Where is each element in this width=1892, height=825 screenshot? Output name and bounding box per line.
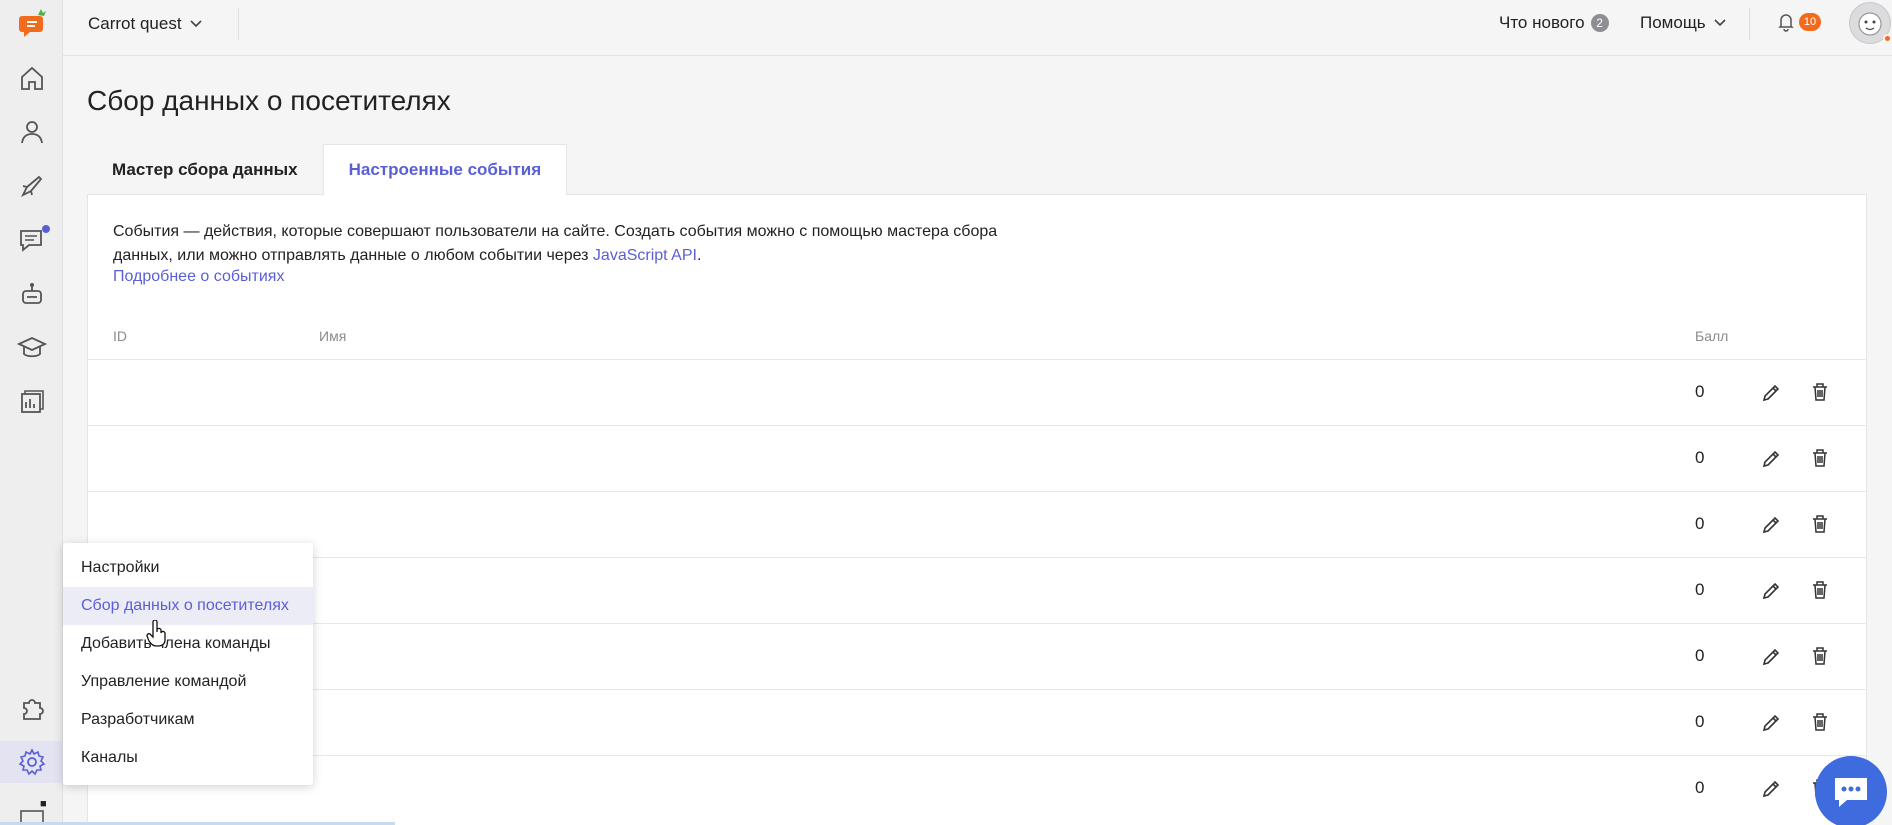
avatar-face-icon bbox=[1858, 12, 1882, 36]
table-row[interactable]: 0 bbox=[88, 689, 1866, 755]
divider bbox=[1749, 8, 1750, 40]
nav-campaigns-rocket-icon[interactable] bbox=[0, 165, 63, 207]
event-score: 0 bbox=[1695, 646, 1705, 665]
menu-item-channels[interactable]: Каналы bbox=[63, 739, 313, 777]
nav-integrations-icon[interactable] bbox=[0, 687, 63, 729]
notifications-button[interactable]: 10 bbox=[1777, 12, 1821, 32]
whats-new-count-badge: 2 bbox=[1590, 14, 1609, 32]
project-name: Carrot quest bbox=[88, 14, 182, 33]
nav-academy-icon[interactable] bbox=[0, 327, 63, 369]
menu-item-add-team-member[interactable]: Добавить члена команды bbox=[63, 625, 313, 663]
nav-home-icon[interactable] bbox=[0, 57, 63, 99]
nav-bot-icon[interactable] bbox=[0, 273, 63, 315]
intro-text: События — действия, которые совершают по… bbox=[113, 220, 1013, 268]
status-dot bbox=[1883, 34, 1892, 43]
event-score: 0 bbox=[1695, 580, 1705, 599]
bell-icon bbox=[1778, 14, 1794, 32]
javascript-api-link[interactable]: JavaScript API bbox=[593, 247, 697, 264]
edit-pencil-icon[interactable] bbox=[1760, 712, 1782, 734]
menu-item-settings[interactable]: Настройки bbox=[63, 549, 313, 587]
page-title: Сбор данных о посетителях bbox=[87, 85, 451, 116]
event-score: 0 bbox=[1695, 382, 1705, 401]
chat-widget-button[interactable] bbox=[1815, 756, 1887, 825]
menu-item-developers[interactable]: Разработчикам bbox=[63, 701, 313, 739]
top-bar: Carrot quest Что нового 2 Помощь 10 bbox=[63, 0, 1892, 56]
delete-trash-icon[interactable] bbox=[1809, 711, 1831, 733]
menu-item-visitor-data[interactable]: Сбор данных о посетителях bbox=[63, 587, 313, 625]
event-score: 0 bbox=[1695, 514, 1705, 533]
tab-configured-events[interactable]: Настроенные события bbox=[322, 144, 568, 195]
delete-trash-icon[interactable] bbox=[1809, 381, 1831, 403]
table-header: ID Имя Балл bbox=[88, 322, 1866, 354]
chevron-down-icon bbox=[1714, 19, 1726, 27]
edit-pencil-icon[interactable] bbox=[1760, 514, 1782, 536]
project-switcher[interactable]: Carrot quest bbox=[88, 14, 202, 34]
event-score: 0 bbox=[1695, 778, 1705, 797]
hand-cursor-icon bbox=[146, 620, 166, 647]
tab-data-master[interactable]: Мастер сбора данных bbox=[87, 144, 323, 195]
event-score: 0 bbox=[1695, 448, 1705, 467]
edit-pencil-icon[interactable] bbox=[1760, 448, 1782, 470]
delete-trash-icon[interactable] bbox=[1809, 513, 1831, 535]
settings-menu: Настройки Сбор данных о посетителях Доба… bbox=[63, 543, 313, 785]
event-score: 0 bbox=[1695, 712, 1705, 731]
edit-pencil-icon[interactable] bbox=[1760, 580, 1782, 602]
delete-trash-icon[interactable] bbox=[1809, 447, 1831, 469]
column-header-id: ID bbox=[113, 328, 127, 344]
notifications-count-badge: 10 bbox=[1799, 13, 1821, 31]
table-row[interactable]: 0 bbox=[88, 359, 1866, 425]
divider bbox=[238, 8, 239, 40]
events-card: События — действия, которые совершают по… bbox=[87, 194, 1867, 825]
lock-icon: ■ bbox=[40, 798, 47, 810]
help-label: Помощь bbox=[1640, 13, 1706, 32]
nav-reports-icon[interactable] bbox=[0, 381, 63, 423]
table-row[interactable]: 0 bbox=[88, 557, 1866, 623]
column-header-name: Имя bbox=[319, 328, 347, 344]
whats-new-label: Что нового bbox=[1499, 13, 1585, 32]
delete-trash-icon[interactable] bbox=[1809, 645, 1831, 667]
menu-item-team-management[interactable]: Управление командой bbox=[63, 663, 313, 701]
table-row[interactable]: 0 bbox=[88, 623, 1866, 689]
whats-new-button[interactable]: Что нового 2 bbox=[1499, 13, 1609, 33]
left-sidebar: ■ bbox=[0, 0, 63, 825]
chat-bubble-icon bbox=[1835, 778, 1867, 807]
edit-pencil-icon[interactable] bbox=[1760, 646, 1782, 668]
delete-trash-icon[interactable] bbox=[1809, 579, 1831, 601]
unread-dot bbox=[42, 225, 50, 233]
nav-settings-icon[interactable] bbox=[0, 741, 63, 783]
column-header-score: Балл bbox=[1695, 328, 1729, 344]
help-menu[interactable]: Помощь bbox=[1640, 13, 1726, 33]
table-row[interactable]: 0 bbox=[88, 425, 1866, 491]
nav-chats-icon[interactable] bbox=[0, 219, 63, 261]
intro-text-part2: . bbox=[696, 247, 702, 264]
more-about-events-link[interactable]: Подробнее о событиях bbox=[113, 268, 284, 286]
edit-pencil-icon[interactable] bbox=[1760, 382, 1782, 404]
tabs: Мастер сбора данных Настроенные события bbox=[87, 144, 568, 195]
carrot-logo-icon[interactable] bbox=[14, 6, 50, 42]
nav-users-icon[interactable] bbox=[0, 111, 63, 153]
edit-pencil-icon[interactable] bbox=[1760, 778, 1782, 800]
intro-text-part1: События — действия, которые совершают по… bbox=[113, 223, 998, 264]
nav-plan-icon[interactable] bbox=[0, 793, 63, 825]
table-row[interactable]: 0 bbox=[88, 491, 1866, 557]
chevron-down-icon bbox=[189, 20, 202, 28]
table-row[interactable]: 0 bbox=[88, 755, 1866, 821]
